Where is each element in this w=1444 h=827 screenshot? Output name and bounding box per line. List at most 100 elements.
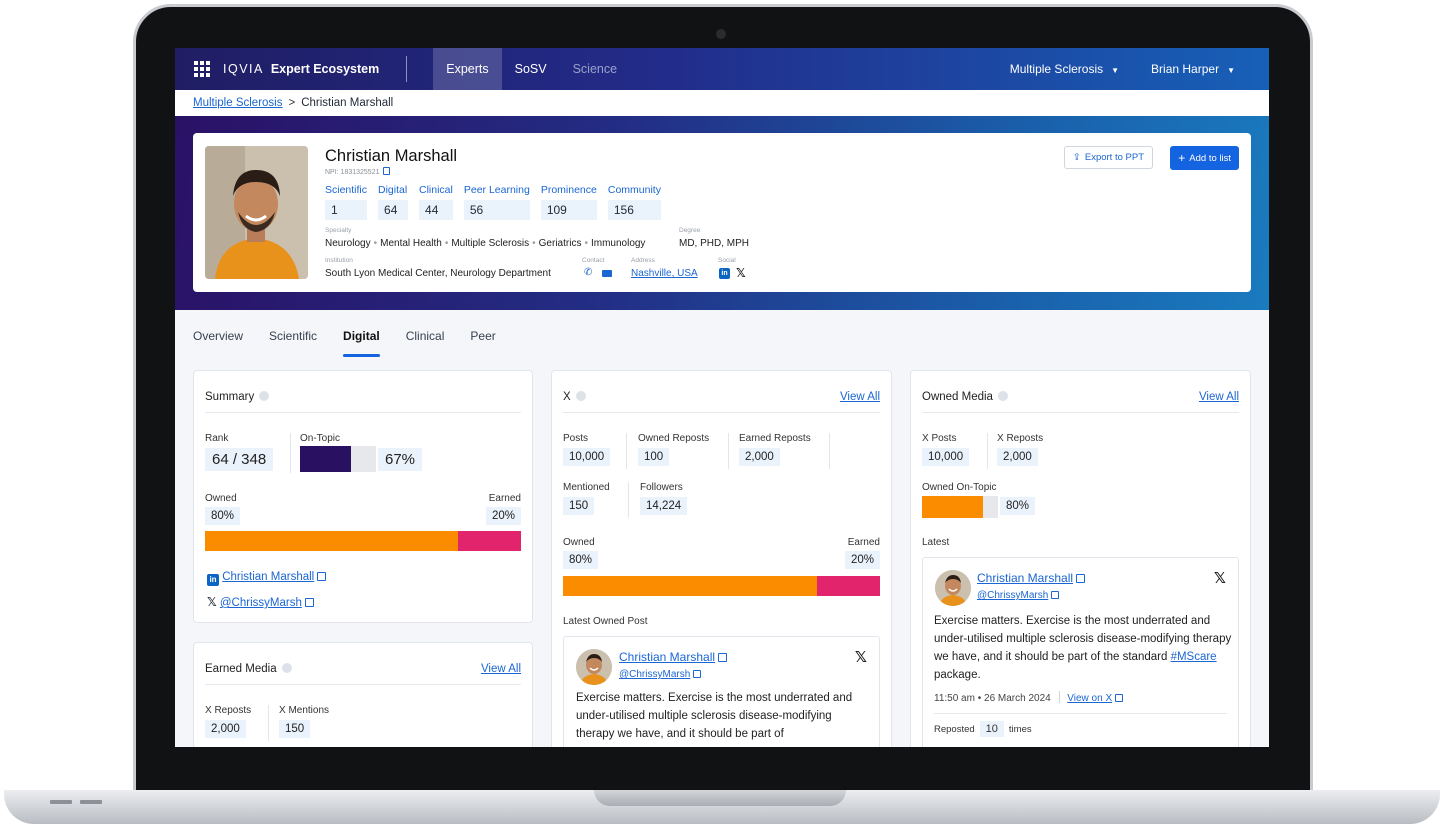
chevron-down-icon: ▼	[1227, 66, 1235, 75]
reposted-count: 10	[979, 721, 1004, 737]
score-clinical[interactable]: Clinical 44	[419, 184, 453, 220]
tab-overview[interactable]: Overview	[193, 329, 243, 357]
post-text: Exercise matters. Exercise is the most u…	[576, 692, 853, 740]
specialty-item: Multiple Sclerosis	[451, 238, 530, 249]
brand-name: Expert Ecosystem	[270, 62, 380, 76]
owned-on-topic-label: Owned On-Topic	[922, 482, 997, 493]
npi-text: NPI: 1831325521	[325, 169, 380, 176]
hashtag-link[interactable]: #MScare	[1171, 651, 1217, 663]
score-label: Clinical	[419, 184, 453, 196]
owned-media-title-text: Owned Media	[922, 391, 993, 403]
mail-icon[interactable]	[602, 270, 612, 277]
tab-digital[interactable]: Digital	[343, 329, 380, 357]
phone-icon[interactable]: ✆	[584, 267, 592, 278]
summary-card: Summary Rank 64 / 348 On-Topic 67% Owned…	[193, 370, 533, 623]
divider	[626, 433, 627, 469]
rank-label: Rank	[205, 433, 229, 444]
add-label: Add to list	[1189, 152, 1231, 164]
user-menu[interactable]: Brian Harper ▼	[1151, 62, 1235, 76]
score-scientific[interactable]: Scientific 1	[325, 184, 368, 220]
nav-tab-science[interactable]: Science	[560, 48, 630, 90]
breadcrumb-parent[interactable]: Multiple Sclerosis	[193, 97, 282, 109]
owned-reposts-label: Owned Reposts	[638, 433, 710, 444]
info-icon[interactable]	[281, 663, 292, 673]
external-link-icon	[317, 572, 327, 581]
linkedin-icon[interactable]: in	[719, 268, 730, 279]
earned-media-title-text: Earned Media	[205, 663, 277, 675]
x-reposts-value: 2,000	[997, 448, 1038, 466]
earned-reposts-label: Earned Reposts	[739, 433, 811, 444]
score-community[interactable]: Community 156	[607, 184, 661, 220]
info-icon[interactable]	[259, 391, 270, 401]
social-label: Social	[718, 257, 736, 264]
address-link[interactable]: Nashville, USA	[631, 268, 698, 279]
divider	[205, 412, 521, 413]
score-label: Community	[607, 184, 661, 196]
view-on-x-link[interactable]: View on X	[1067, 693, 1112, 704]
nav-divider	[406, 56, 408, 82]
avatar	[935, 570, 971, 606]
post-author-link[interactable]: Christian Marshall	[977, 571, 1086, 585]
score-peer-learning[interactable]: Peer Learning 56	[463, 184, 530, 220]
profile-card: Christian Marshall NPI: 1831325521 Scien…	[193, 133, 1251, 292]
x-logo-icon: 𝕏	[1213, 569, 1226, 587]
camera	[716, 29, 726, 39]
x-profile-link[interactable]: 𝕏 @ChrissyMarsh	[207, 595, 314, 609]
divider	[205, 684, 521, 685]
score-value: 44	[419, 200, 453, 220]
latest-owned-post-label: Latest Owned Post	[563, 616, 648, 627]
owned-label: Owned	[205, 493, 237, 504]
owned-earned-bar	[205, 531, 521, 551]
latest-post-card[interactable]: Christian Marshall @ChrissyMarsh 𝕏 Exerc…	[922, 557, 1239, 747]
npi-number: NPI: 1831325521	[325, 167, 390, 176]
earned-label: Earned	[847, 537, 880, 548]
tab-clinical[interactable]: Clinical	[406, 329, 445, 357]
nav-tab-experts[interactable]: Experts	[433, 48, 502, 90]
linkedin-profile-link[interactable]: in Christian Marshall	[207, 571, 327, 586]
x-reposts-label: X Reposts	[205, 705, 252, 716]
owned-bar	[563, 576, 817, 596]
earned-value: 20%	[485, 507, 521, 525]
external-link-icon	[1115, 694, 1124, 702]
score-value: 1	[325, 200, 368, 220]
on-topic-track	[922, 496, 998, 518]
app-grid-icon[interactable]	[194, 61, 210, 77]
specialty-item: Geriatrics	[538, 238, 582, 249]
add-to-list-button[interactable]: + Add to list	[1170, 146, 1239, 170]
info-icon[interactable]	[575, 391, 586, 401]
reposted-label: Reposted	[934, 723, 975, 735]
latest-post-card[interactable]: Christian Marshall @ChrissyMarsh 𝕏 Exerc…	[563, 636, 880, 747]
therapy-area-dropdown[interactable]: Multiple Sclerosis ▼	[1010, 62, 1119, 76]
divider	[628, 482, 629, 518]
x-logo-icon[interactable]: 𝕏	[736, 266, 746, 280]
copy-icon[interactable]	[382, 167, 390, 175]
score-value: 109	[540, 200, 597, 220]
owned-on-topic-value: 80%	[1000, 497, 1036, 515]
owned-reposts-value: 100	[638, 448, 670, 466]
divider	[922, 412, 1239, 413]
export-ppt-button[interactable]: ⇪ Export to PPT	[1063, 146, 1153, 169]
x-reposts-value: 2,000	[205, 720, 246, 738]
tab-scientific[interactable]: Scientific	[269, 329, 317, 357]
score-digital[interactable]: Digital 64	[378, 184, 409, 220]
tab-peer[interactable]: Peer	[470, 329, 495, 357]
post-time: 11:50 am • 26 March 2024	[934, 693, 1051, 704]
post-handle-link[interactable]: @ChrissyMarsh	[619, 669, 702, 680]
score-prominence[interactable]: Prominence 109	[540, 184, 597, 220]
info-icon[interactable]	[997, 391, 1008, 401]
post-handle-link[interactable]: @ChrissyMarsh	[977, 590, 1060, 601]
x-view-all-link[interactable]: View All	[840, 391, 880, 403]
laptop-port	[80, 800, 102, 804]
external-link-icon	[718, 653, 728, 662]
earned-media-card: Earned Media View All X Reposts 2,000 X …	[193, 642, 533, 747]
specialty-item: Mental Health	[380, 238, 442, 249]
post-author: Christian Marshall	[977, 571, 1074, 585]
owned-media-view-all-link[interactable]: View All	[1199, 391, 1239, 403]
post-author-link[interactable]: Christian Marshall	[619, 650, 728, 664]
nav-tab-sosv[interactable]: SoSV	[502, 48, 560, 90]
score-value: 56	[463, 200, 530, 220]
breadcrumb: Multiple Sclerosis > Christian Marshall	[175, 90, 1269, 116]
earned-media-title: Earned Media	[205, 663, 292, 675]
x-mentions-value: 150	[279, 720, 311, 738]
earned-media-view-all-link[interactable]: View All	[481, 663, 521, 675]
